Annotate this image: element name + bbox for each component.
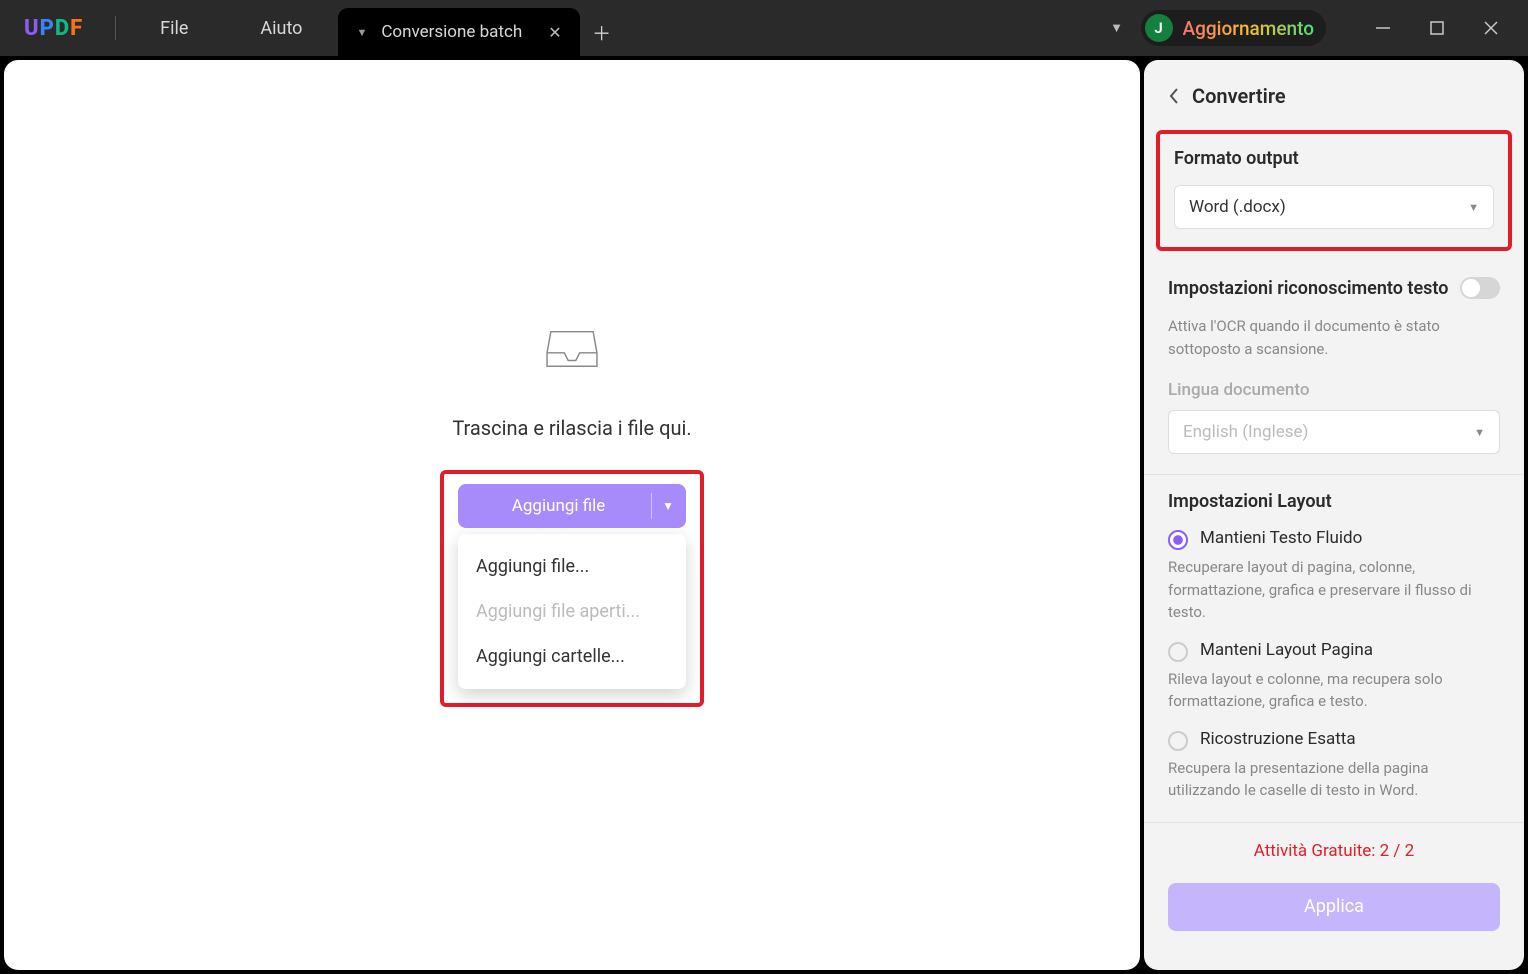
divider <box>115 16 116 40</box>
main-drop-area[interactable]: Trascina e rilascia i file qui. Aggiungi… <box>4 60 1140 970</box>
button-separator <box>651 493 652 519</box>
doc-language-select[interactable]: English (Inglese) ▼ <box>1168 410 1500 454</box>
apply-button[interactable]: Applica <box>1168 883 1500 931</box>
layout-section: Impostazioni Layout Mantieni Testo Fluid… <box>1144 475 1524 823</box>
new-tab-button[interactable]: ＋ <box>580 8 624 56</box>
tab-batch-conversion[interactable]: ▼ Conversione batch ✕ <box>338 8 579 56</box>
chevron-left-icon[interactable] <box>1168 87 1180 105</box>
dropdown-add-files[interactable]: Aggiungi file... <box>458 544 686 589</box>
add-file-label: Aggiungi file <box>458 496 641 516</box>
layout-opt3-desc: Recupera la presentazione della pagina u… <box>1168 757 1500 802</box>
inbox-icon <box>543 324 601 372</box>
radio-icon <box>1168 530 1188 550</box>
upgrade-label: Aggiornamento <box>1183 17 1315 40</box>
titlebar: UPDF File Aiuto ▼ Conversione batch ✕ ＋ … <box>0 0 1528 56</box>
doc-language-label: Lingua documento <box>1168 380 1500 400</box>
minimize-icon[interactable] <box>1374 19 1392 37</box>
layout-option-exact[interactable]: Ricostruzione Esatta <box>1168 729 1500 751</box>
close-tab-icon[interactable]: ✕ <box>548 23 561 42</box>
free-activity-label: Attività Gratuite: 2 / 2 <box>1144 823 1524 869</box>
workspace: Trascina e rilascia i file qui. Aggiungi… <box>0 56 1528 974</box>
chevron-down-icon: ▼ <box>1474 426 1485 439</box>
layout-opt3-label: Ricostruzione Esatta <box>1200 729 1356 749</box>
dropdown-add-open-files: Aggiungi file aperti... <box>458 589 686 634</box>
ocr-label: Impostazioni riconoscimento testo <box>1168 277 1500 299</box>
doc-language-value: English (Inglese) <box>1183 422 1308 442</box>
chevron-down-icon[interactable]: ▼ <box>356 26 367 39</box>
add-file-dropdown: Aggiungi file... Aggiungi file aperti...… <box>458 534 686 689</box>
convert-panel: Convertire Formato output Word (.docx) ▼… <box>1144 60 1524 970</box>
ocr-toggle[interactable] <box>1460 277 1500 299</box>
ocr-section: Impostazioni riconoscimento testo Attiva… <box>1144 261 1524 475</box>
layout-opt1-label: Mantieni Testo Fluido <box>1200 528 1362 548</box>
panel-header: Convertire <box>1144 84 1524 130</box>
app-logo: UPDF <box>0 16 107 41</box>
dropdown-add-folders[interactable]: Aggiungi cartelle... <box>458 634 686 679</box>
drop-instruction: Trascina e rilascia i file qui. <box>452 416 691 440</box>
close-window-icon[interactable] <box>1482 19 1500 37</box>
layout-opt1-desc: Recuperare layout di pagina, colonne, fo… <box>1168 556 1500 624</box>
tabs-container: ▼ Conversione batch ✕ ＋ <box>338 0 1098 56</box>
layout-label: Impostazioni Layout <box>1168 491 1500 512</box>
output-format-value: Word (.docx) <box>1189 197 1286 217</box>
chevron-down-icon: ▼ <box>1468 201 1479 214</box>
menu-file[interactable]: File <box>124 18 224 39</box>
user-badge[interactable]: J Aggiornamento <box>1141 10 1327 46</box>
menu-help[interactable]: Aiuto <box>224 18 338 39</box>
output-format-label: Formato output <box>1174 148 1494 169</box>
tab-overflow-icon[interactable]: ▼ <box>1099 20 1135 36</box>
add-file-button[interactable]: Aggiungi file ▼ <box>458 484 686 528</box>
panel-title: Convertire <box>1192 84 1286 108</box>
tab-label: Conversione batch <box>381 22 522 42</box>
maximize-icon[interactable] <box>1428 19 1446 37</box>
chevron-down-icon[interactable]: ▼ <box>662 499 686 513</box>
output-format-section: Formato output Word (.docx) ▼ <box>1156 130 1512 251</box>
radio-icon <box>1168 731 1188 751</box>
window-controls <box>1346 19 1528 37</box>
avatar: J <box>1145 14 1173 42</box>
ocr-hint: Attiva l'OCR quando il documento è stato… <box>1168 315 1500 360</box>
layout-opt2-desc: Rileva layout e colonne, ma recupera sol… <box>1168 668 1500 713</box>
radio-icon <box>1168 642 1188 662</box>
output-format-select[interactable]: Word (.docx) ▼ <box>1174 185 1494 229</box>
add-file-highlight: Aggiungi file ▼ Aggiungi file... Aggiung… <box>440 470 704 707</box>
layout-option-page[interactable]: Manteni Layout Pagina <box>1168 640 1500 662</box>
layout-opt2-label: Manteni Layout Pagina <box>1200 640 1373 660</box>
layout-option-fluid[interactable]: Mantieni Testo Fluido <box>1168 528 1500 550</box>
